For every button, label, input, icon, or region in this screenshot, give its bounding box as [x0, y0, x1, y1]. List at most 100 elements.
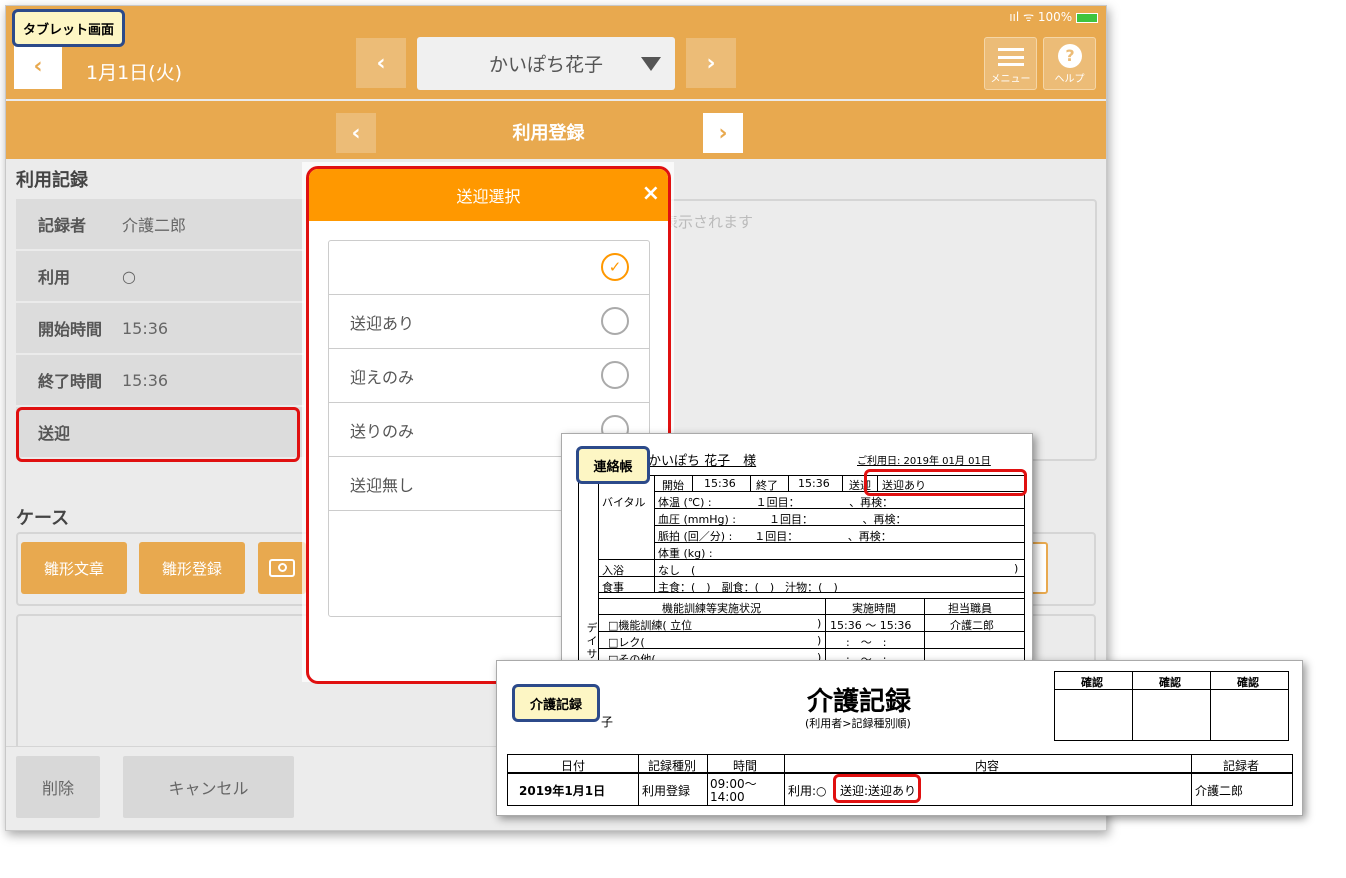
record-row-end-time[interactable]: 終了時間 15:36 — [16, 355, 304, 407]
paren: ) — [817, 617, 822, 630]
row-type: 利用登録 — [642, 784, 691, 798]
chevron-left-icon: ‹ — [376, 50, 386, 76]
table-line — [598, 648, 1025, 649]
record-row-value: 介護二郎 — [122, 216, 187, 235]
care-record-badge: 介護記録 — [512, 684, 600, 722]
dropdown-triangle-icon — [641, 57, 661, 71]
contact-user-name: かいぽち 花子 様 — [648, 454, 757, 469]
record-row-label: 開始時間 — [38, 320, 103, 339]
record-row-label: 記録者 — [38, 216, 87, 235]
confirm-label: 確認 — [1159, 676, 1181, 689]
table-line — [1191, 754, 1192, 806]
status-bar: ııl ᯤ 100% — [1009, 8, 1098, 25]
table-line — [924, 599, 925, 660]
end-time: 15:36 — [798, 477, 830, 490]
user-select[interactable]: かいぽち花子 — [417, 37, 675, 90]
header-date: 日付 — [561, 759, 586, 773]
table-line — [788, 475, 789, 491]
care-record-subtitle: (利用者>記録種別順) — [805, 717, 911, 730]
record-row-recorder[interactable]: 記録者 介護二郎 — [16, 199, 304, 251]
table-line — [750, 475, 751, 491]
signal-icon: ııl — [1009, 10, 1020, 24]
delete-button[interactable]: 削除 — [16, 756, 100, 818]
record-row-usage[interactable]: 利用 ○ — [16, 251, 304, 303]
confirm-label: 確認 — [1081, 676, 1103, 689]
battery-icon — [1076, 12, 1098, 23]
checked-circle-icon: ✓ — [601, 253, 629, 281]
confirm-label: 確認 — [1237, 676, 1259, 689]
start-label: 開始 — [662, 479, 684, 492]
table-line — [598, 592, 1025, 593]
header-content: 内容 — [975, 759, 1000, 773]
prev-date-button[interactable]: ‹ — [14, 43, 62, 89]
camera-icon — [269, 559, 295, 577]
help-icon: ? — [1058, 44, 1082, 68]
next-user-button[interactable]: › — [686, 38, 736, 88]
table-line — [1132, 671, 1133, 741]
paren: ) — [817, 634, 822, 647]
highlight-transport-cell — [864, 469, 1027, 496]
table-line — [598, 598, 1025, 599]
option-label: 迎えのみ — [350, 367, 415, 387]
care-record-title: 介護記録 — [807, 687, 912, 717]
memo-panel: 表示されます — [659, 199, 1097, 461]
help-label: ヘルプ — [1054, 74, 1085, 85]
modal-header: 送迎選択 — [309, 169, 668, 221]
memo-placeholder: 表示されます — [663, 213, 754, 231]
close-icon[interactable]: × — [642, 181, 660, 206]
radio-icon — [601, 307, 629, 335]
menu-button[interactable]: メニュー — [984, 37, 1037, 90]
table-line — [638, 754, 639, 806]
table-line — [654, 475, 655, 592]
contact-use-date: ご利用日: 2019年 01月 01日 — [857, 456, 991, 467]
screen-title: 利用登録 — [512, 123, 585, 144]
row-date: 2019年1月1日 — [519, 784, 606, 798]
hamburger-icon — [998, 48, 1024, 66]
row-staff: 介護二郎 — [1195, 784, 1244, 798]
record-row-value: 15:36 — [122, 318, 169, 338]
table-line — [1210, 671, 1211, 741]
bath-close: ) — [1014, 562, 1019, 575]
table-line — [842, 475, 843, 491]
prev-user-button[interactable]: ‹ — [356, 38, 406, 88]
chevron-left-icon: ‹ — [33, 53, 43, 79]
option-transport-yes[interactable]: 送迎あり — [329, 295, 649, 349]
table-line — [598, 576, 1025, 577]
template-text-button[interactable]: 雛形文章 — [21, 542, 127, 594]
radio-icon — [601, 361, 629, 389]
table-line — [654, 525, 1025, 526]
start-time: 15:36 — [704, 477, 736, 490]
row-time-end: 14:00 — [710, 790, 745, 804]
camera-button[interactable] — [258, 542, 306, 594]
record-row-value: ○ — [122, 266, 136, 286]
chevron-right-icon: › — [706, 50, 716, 76]
care-record-document: 介護記録 (利用者>記録種別順) 子 確認 確認 確認 日付 記録種別 時間 内… — [496, 660, 1303, 816]
option-label: 送りのみ — [350, 421, 415, 441]
record-row-label: 利用 — [38, 268, 71, 287]
option-pickup-only[interactable]: 迎えのみ — [329, 349, 649, 403]
table-line — [598, 614, 1025, 615]
table-line — [598, 559, 1025, 560]
record-row-start-time[interactable]: 開始時間 15:36 — [16, 303, 304, 355]
vital-label: バイタル — [602, 496, 646, 509]
cancel-button[interactable]: キャンセル — [123, 756, 294, 818]
option-label: 送迎無し — [350, 475, 415, 495]
record-section-title: 利用記録 — [16, 170, 88, 191]
table-line — [707, 754, 708, 806]
table-line — [654, 508, 1025, 509]
user-name: かいぽち花子 — [488, 54, 603, 76]
side-label: デイサ — [585, 622, 598, 661]
template-register-button[interactable]: 雛形登録 — [139, 542, 245, 594]
menu-label: メニュー — [990, 74, 1031, 85]
modal-title: 送迎選択 — [456, 187, 521, 206]
highlight-transport-content — [833, 774, 921, 803]
table-line — [598, 631, 1025, 632]
table-line — [654, 542, 1025, 543]
option-blank[interactable]: ✓ — [329, 241, 649, 295]
battery-text: 100% — [1037, 10, 1073, 24]
help-button[interactable]: ? ヘルプ — [1043, 37, 1096, 90]
tablet-screen-badge: タブレット画面 — [12, 9, 125, 47]
date-label: 1月1日(火) — [86, 62, 183, 84]
table-line — [692, 475, 693, 491]
table-line — [825, 599, 826, 660]
